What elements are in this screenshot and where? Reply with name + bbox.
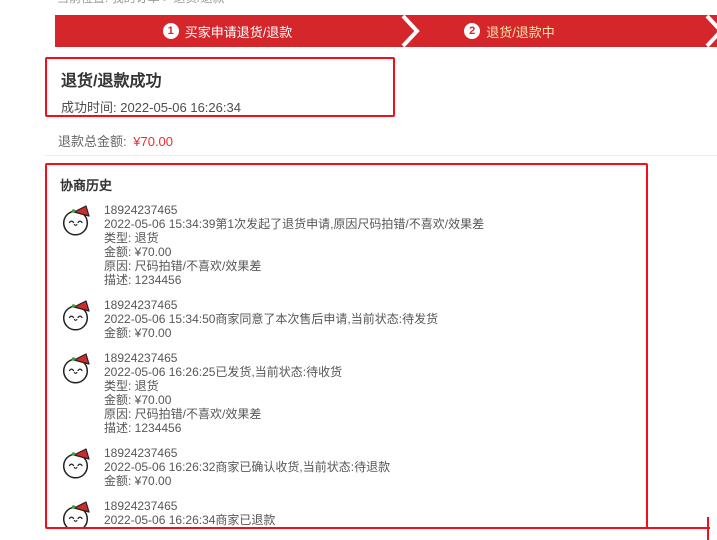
history-entry-username: 18924237465 bbox=[104, 203, 484, 217]
history-entry-username: 18924237465 bbox=[104, 446, 390, 460]
history-entry-text: 18924237465 2022-05-06 16:26:25已发货,当前状态:… bbox=[104, 351, 342, 435]
step-label: 退货/退款中 bbox=[486, 22, 555, 41]
refund-total-label: 退款总金额: bbox=[58, 134, 127, 149]
history-entry: 18924237465 2022-05-06 16:26:34商家已退款金额: … bbox=[60, 499, 638, 529]
annotation-stroke bbox=[707, 517, 709, 540]
history-entry-line: 描述: 1234456 bbox=[104, 273, 484, 287]
history-entry-username: 18924237465 bbox=[104, 298, 438, 312]
history-entry-line: 原因: 尺码拍错/不喜欢/效果差 bbox=[104, 259, 484, 273]
section-divider bbox=[45, 155, 717, 156]
step-label: 买家申请退货/退款 bbox=[185, 22, 293, 41]
refund-status-title: 退货/退款成功 bbox=[61, 67, 379, 91]
refund-success-time: 成功时间: 2022-05-06 16:26:34 bbox=[61, 97, 379, 116]
history-entry-text: 18924237465 2022-05-06 15:34:50商家同意了本次售后… bbox=[104, 298, 438, 340]
history-entry-line: 2022-05-06 16:26:32商家已确认收货,当前状态:待退款 bbox=[104, 460, 390, 474]
history-entry-line: 2022-05-06 15:34:50商家同意了本次售后申请,当前状态:待发货 bbox=[104, 312, 438, 326]
refund-total-amount: ¥70.00 bbox=[133, 134, 173, 149]
history-entry-line: 2022-05-06 16:26:25已发货,当前状态:待收货 bbox=[104, 365, 342, 379]
breadcrumb[interactable]: 当前位置: 我的订单 > 退货/退款 bbox=[57, 0, 377, 7]
history-entry-line: 金额: ¥70.00 bbox=[104, 326, 438, 340]
negotiation-history-box: 协商历史 18924237465 2022-05-06 15:34:39第1次发… bbox=[45, 163, 648, 529]
history-entry-line: 金额: ¥70.00 bbox=[104, 527, 275, 529]
history-entry-username: 18924237465 bbox=[104, 499, 275, 513]
history-entry: 18924237465 2022-05-06 16:26:25已发货,当前状态:… bbox=[60, 351, 638, 435]
history-entry-username: 18924237465 bbox=[104, 351, 342, 365]
history-entry-line: 金额: ¥70.00 bbox=[104, 474, 390, 488]
santa-avatar-icon bbox=[60, 203, 94, 237]
history-entry-line: 原因: 尺码拍错/不喜欢/效果差 bbox=[104, 407, 342, 421]
history-entry-line: 2022-05-06 16:26:34商家已退款 bbox=[104, 513, 275, 527]
annotation-stroke bbox=[646, 527, 710, 529]
history-entry-text: 18924237465 2022-05-06 16:26:34商家已退款金额: … bbox=[104, 499, 275, 529]
history-entry-line: 描述: 1234456 bbox=[104, 421, 342, 435]
santa-avatar-icon bbox=[60, 499, 94, 529]
breadcrumb-text[interactable]: 当前位置: 我的订单 > 退货/退款 bbox=[57, 0, 377, 6]
negotiation-history-title: 协商历史 bbox=[60, 175, 638, 194]
history-entry: 18924237465 2022-05-06 16:26:32商家已确认收货,当… bbox=[60, 446, 638, 488]
step-buyer-apply: 1 买家申请退货/退款 bbox=[55, 15, 400, 47]
step-number-badge: 2 bbox=[464, 23, 480, 39]
santa-avatar-icon bbox=[60, 351, 94, 385]
history-entry-list: 18924237465 2022-05-06 15:34:39第1次发起了退货申… bbox=[60, 203, 638, 529]
history-entry-line: 2022-05-06 15:34:39第1次发起了退货申请,原因尺码拍错/不喜欢… bbox=[104, 217, 484, 231]
chevron-right-icon bbox=[703, 15, 717, 47]
history-entry: 18924237465 2022-05-06 15:34:50商家同意了本次售后… bbox=[60, 298, 638, 340]
refund-total-row: 退款总金额: ¥70.00 bbox=[58, 131, 173, 150]
santa-avatar-icon bbox=[60, 298, 94, 332]
step-number-badge: 1 bbox=[163, 23, 179, 39]
santa-avatar-icon bbox=[60, 446, 94, 480]
history-entry-line: 类型: 退货 bbox=[104, 231, 484, 245]
history-entry: 18924237465 2022-05-06 15:34:39第1次发起了退货申… bbox=[60, 203, 638, 287]
history-entry-text: 18924237465 2022-05-06 15:34:39第1次发起了退货申… bbox=[104, 203, 484, 287]
history-entry-line: 金额: ¥70.00 bbox=[104, 393, 342, 407]
step-refund-in-progress: 2 退货/退款中 bbox=[367, 15, 652, 47]
history-entry-line: 金额: ¥70.00 bbox=[104, 245, 484, 259]
history-entry-line: 类型: 退货 bbox=[104, 379, 342, 393]
history-entry-text: 18924237465 2022-05-06 16:26:32商家已确认收货,当… bbox=[104, 446, 390, 488]
progress-stepper: 1 买家申请退货/退款 2 退货/退款中 bbox=[55, 15, 717, 47]
refund-status-box: 退货/退款成功 成功时间: 2022-05-06 16:26:34 bbox=[45, 57, 395, 117]
